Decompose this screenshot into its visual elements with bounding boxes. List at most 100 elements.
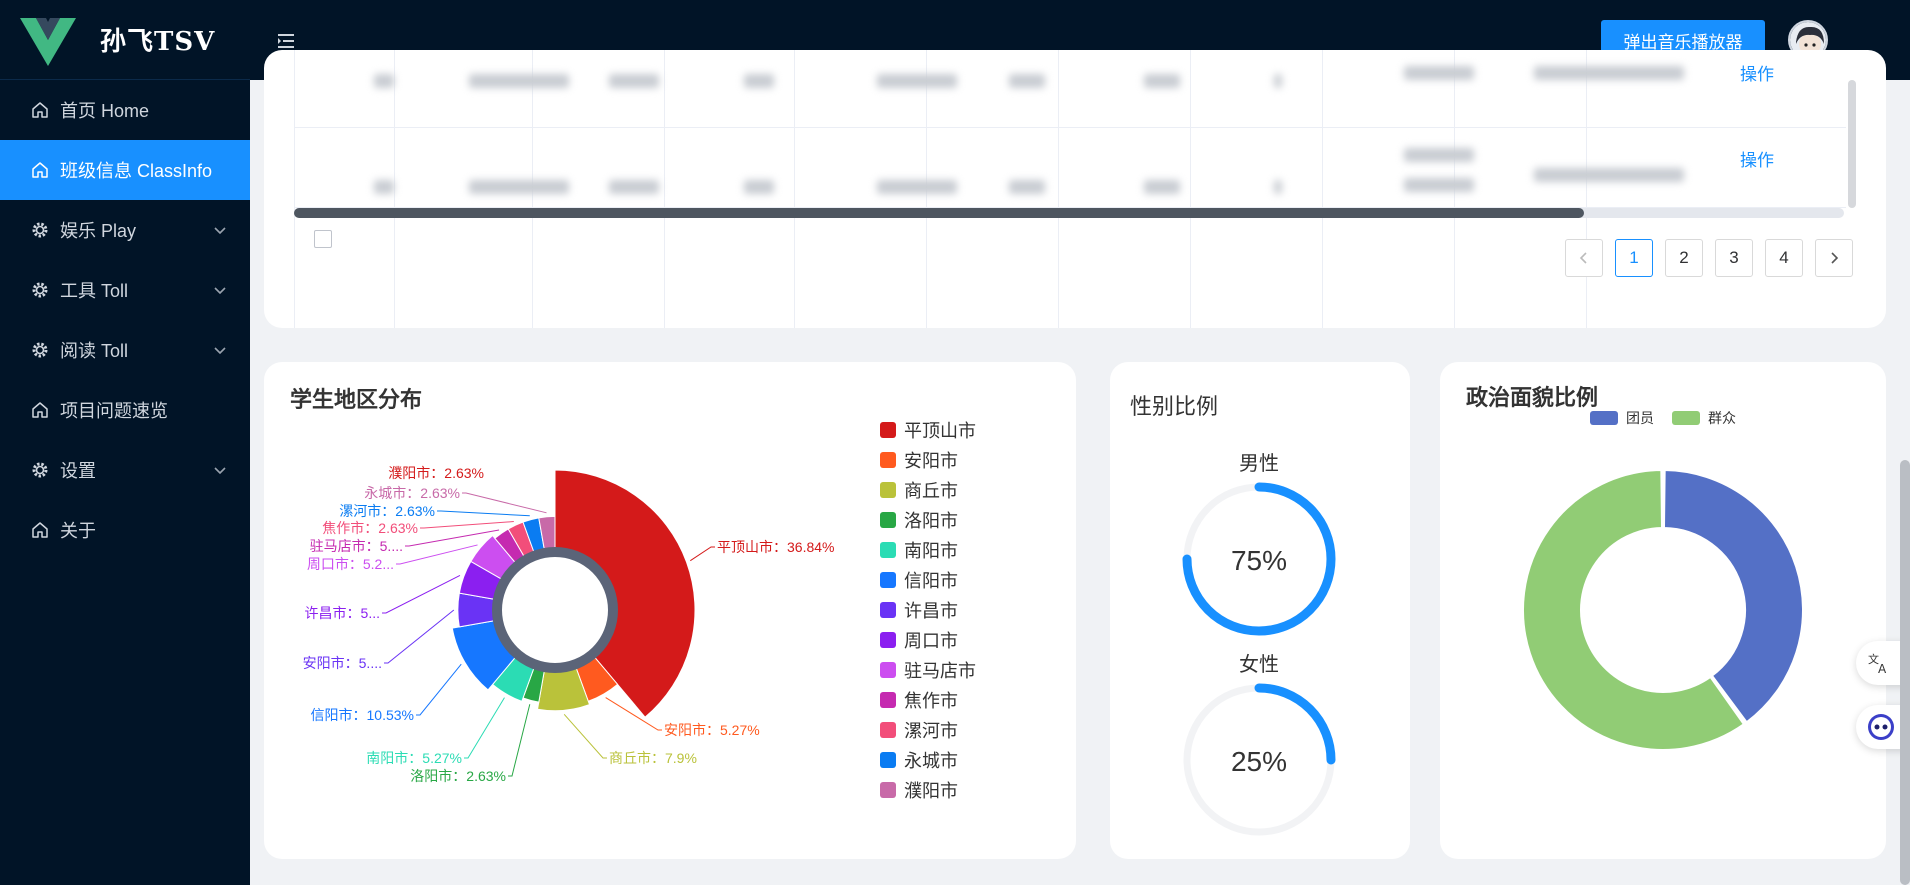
chevron-down-icon bbox=[214, 227, 226, 235]
horizontal-scrollbar[interactable] bbox=[294, 208, 1844, 218]
pie-label-line bbox=[437, 510, 530, 517]
blurred-cell-content bbox=[374, 180, 394, 194]
legend-label: 许昌市 bbox=[904, 601, 958, 621]
legend-label[interactable]: 群众 bbox=[1708, 410, 1736, 426]
blurred-cell-content bbox=[744, 74, 774, 88]
page-button-3[interactable]: 3 bbox=[1715, 239, 1753, 277]
home-icon bbox=[30, 400, 50, 420]
legend-item[interactable]: 焦作市 bbox=[880, 687, 958, 713]
blurred-cell-content bbox=[609, 74, 659, 88]
sidebar-item-3[interactable]: 工具 Toll bbox=[0, 260, 250, 320]
legend-label: 洛阳市 bbox=[904, 511, 958, 531]
pie-label-line bbox=[462, 492, 547, 514]
operation-link[interactable]: 操作 bbox=[1740, 146, 1774, 171]
menu-fold-icon[interactable] bbox=[275, 30, 297, 52]
blurred-cell-content bbox=[1274, 74, 1282, 88]
pie-data-label: 安阳市：5.... bbox=[303, 655, 382, 671]
sidebar-item-7[interactable]: 关于 bbox=[0, 500, 250, 560]
translate-icon: 文 A bbox=[1868, 652, 1887, 676]
pie-data-label: 信阳市：10.53% bbox=[311, 707, 414, 723]
pie-label-line bbox=[563, 713, 607, 759]
gear-icon bbox=[30, 220, 50, 240]
row-checkbox[interactable] bbox=[314, 230, 332, 248]
legend-item[interactable]: 永城市 bbox=[880, 747, 958, 773]
legend-label: 南阳市 bbox=[904, 541, 958, 561]
legend-item[interactable]: 南阳市 bbox=[880, 537, 958, 563]
legend-item[interactable]: 漯河市 bbox=[880, 717, 958, 743]
blurred-cell-content bbox=[1144, 74, 1180, 88]
blurred-cell-content bbox=[1009, 74, 1045, 88]
sidebar-item-6[interactable]: 设置 bbox=[0, 440, 250, 500]
legend-item[interactable]: 信阳市 bbox=[880, 567, 958, 593]
legend-item[interactable]: 濮阳市 bbox=[880, 777, 958, 803]
pie-data-label: 平顶山市：36.84% bbox=[717, 539, 834, 555]
legend-swatch bbox=[880, 752, 896, 768]
legend-swatch[interactable] bbox=[1590, 411, 1618, 425]
pie-data-label: 南阳市：5.27% bbox=[366, 750, 462, 766]
table-vertical-scrollbar[interactable] bbox=[1848, 80, 1856, 208]
pie-label-line bbox=[382, 574, 461, 614]
legend-item[interactable]: 安阳市 bbox=[880, 447, 958, 473]
sidebar-item-1[interactable]: 班级信息 ClassInfo bbox=[0, 140, 250, 200]
legend-label: 安阳市 bbox=[904, 451, 958, 471]
page-vertical-scrollbar[interactable] bbox=[1900, 460, 1910, 885]
next-page-button[interactable] bbox=[1815, 239, 1853, 277]
legend-label: 漯河市 bbox=[904, 721, 958, 741]
legend-swatch bbox=[880, 602, 896, 618]
legend-item[interactable]: 驻马店市 bbox=[880, 657, 976, 683]
pie-label-line bbox=[464, 697, 505, 759]
table-column-divider bbox=[1058, 50, 1059, 328]
blurred-cell-content bbox=[469, 74, 569, 88]
pie-label-line bbox=[416, 663, 462, 716]
sidebar-item-2[interactable]: 娱乐 Play bbox=[0, 200, 250, 260]
page-button-4[interactable]: 4 bbox=[1765, 239, 1803, 277]
sidebar-item-label: 阅读 Toll bbox=[60, 341, 129, 361]
pie-data-label: 安阳市：5.27% bbox=[664, 722, 760, 738]
sidebar-item-5[interactable]: 项目问题速览 bbox=[0, 380, 250, 440]
legend-item[interactable]: 平顶山市 bbox=[880, 417, 976, 443]
table-column-divider bbox=[1322, 50, 1323, 328]
legend-swatch bbox=[880, 662, 896, 678]
sidebar-item-label: 娱乐 Play bbox=[60, 221, 137, 241]
pagination: 1 2 3 4 bbox=[1565, 239, 1853, 277]
horizontal-scrollbar-thumb[interactable] bbox=[294, 208, 1584, 218]
blurred-cell-content bbox=[1404, 66, 1474, 80]
pie-data-label: 洛阳市：2.63% bbox=[410, 768, 506, 784]
legend-item[interactable]: 商丘市 bbox=[880, 477, 958, 503]
home-icon bbox=[30, 100, 50, 120]
donut-slice-团员[interactable] bbox=[1662, 468, 1804, 724]
robot-assistant-icon bbox=[1868, 714, 1894, 740]
table-column-divider bbox=[1586, 50, 1587, 328]
legend-label[interactable]: 团员 bbox=[1626, 410, 1654, 426]
gear-icon bbox=[30, 280, 50, 300]
political-status-card: 政治面貌比例 团员 群众 bbox=[1440, 362, 1886, 859]
legend-swatch bbox=[880, 572, 896, 588]
chevron-down-icon bbox=[214, 347, 226, 355]
legend-swatch bbox=[880, 482, 896, 498]
legend-swatch[interactable] bbox=[1672, 411, 1700, 425]
legend-swatch bbox=[880, 632, 896, 648]
legend-item[interactable]: 洛阳市 bbox=[880, 507, 958, 533]
table-column-divider bbox=[294, 50, 295, 328]
sidebar-item-label: 项目问题速览 bbox=[60, 401, 168, 421]
blurred-cell-content bbox=[1534, 168, 1684, 182]
home-icon bbox=[30, 520, 50, 540]
legend-swatch bbox=[880, 512, 896, 528]
sidebar-item-4[interactable]: 阅读 Toll bbox=[0, 320, 250, 380]
sidebar-item-0[interactable]: 首页 Home bbox=[0, 80, 250, 140]
sidebar-item-label: 关于 bbox=[60, 521, 96, 541]
legend-swatch bbox=[880, 422, 896, 438]
prev-page-button[interactable] bbox=[1565, 239, 1603, 277]
blurred-cell-content bbox=[609, 180, 659, 194]
pie-data-label: 商丘市：7.9% bbox=[609, 750, 697, 766]
pie-data-label: 濮阳市：2.63% bbox=[388, 465, 484, 481]
page-button-1[interactable]: 1 bbox=[1615, 239, 1653, 277]
pie-data-label: 周口市：5.2... bbox=[307, 556, 394, 572]
legend-item[interactable]: 周口市 bbox=[880, 627, 958, 653]
legend-item[interactable]: 许昌市 bbox=[880, 597, 958, 623]
legend-label: 平顶山市 bbox=[904, 421, 976, 441]
page-button-2[interactable]: 2 bbox=[1665, 239, 1703, 277]
blurred-cell-content bbox=[877, 74, 957, 88]
operation-link[interactable]: 操作 bbox=[1740, 60, 1774, 85]
pie-data-label: 焦作市：2.63% bbox=[322, 520, 418, 536]
